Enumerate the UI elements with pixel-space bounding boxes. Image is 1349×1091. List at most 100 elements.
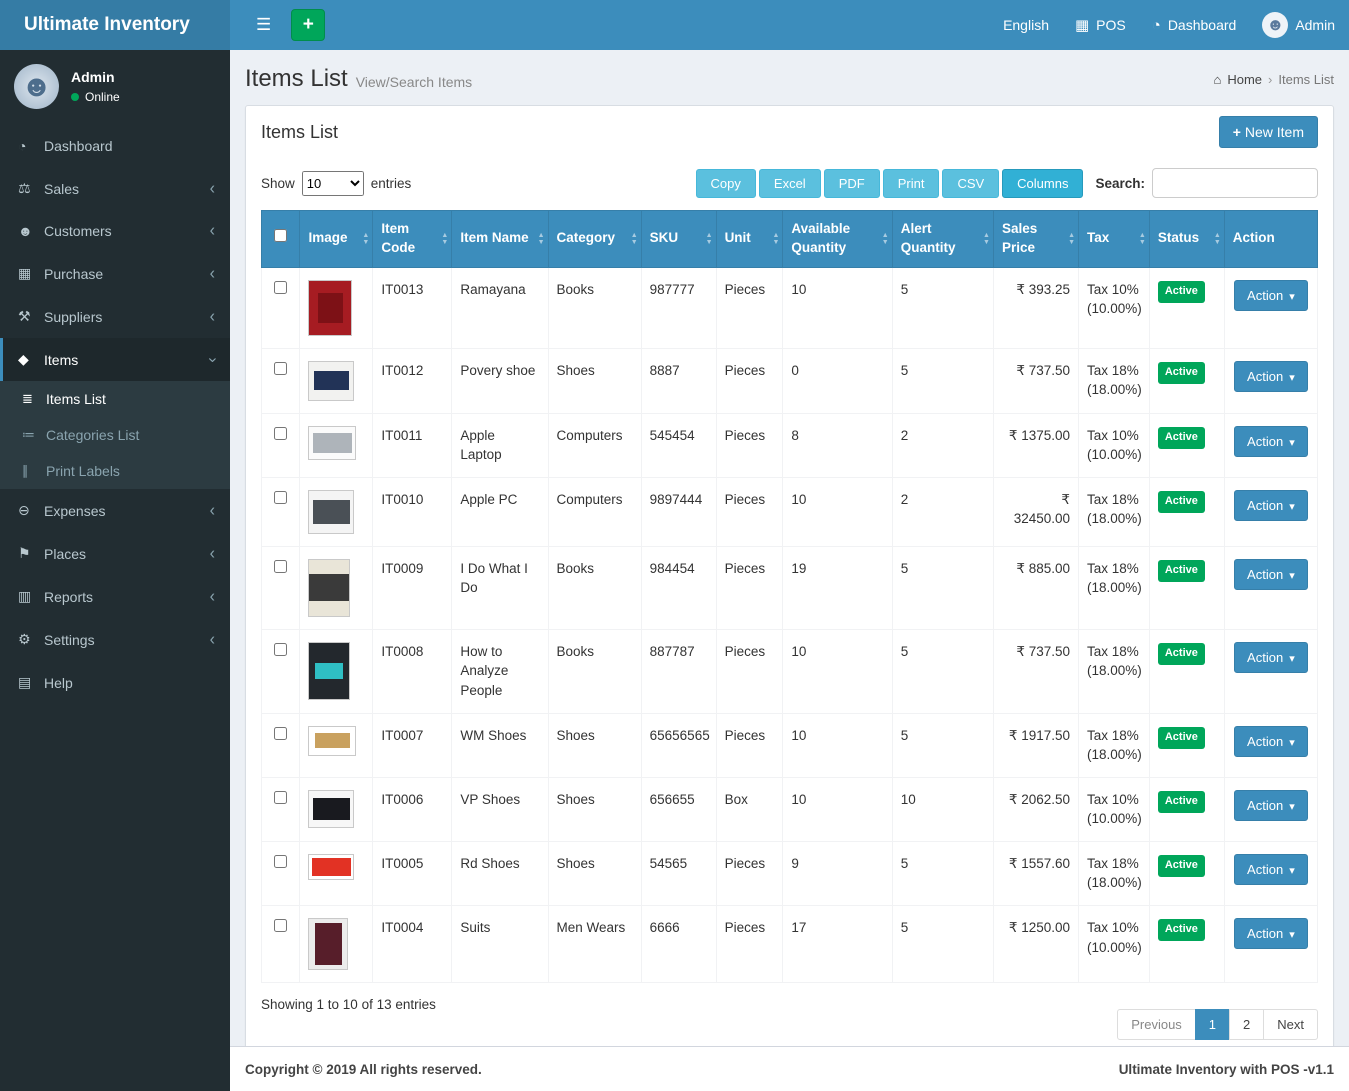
unit-cell: Pieces xyxy=(716,841,783,905)
language-menu[interactable]: English xyxy=(1003,17,1049,33)
export-csv-button[interactable]: CSV xyxy=(942,169,999,198)
caret-down-icon: ▾ xyxy=(1289,929,1295,941)
sidebar-item-reports[interactable]: ▥Reports‹ xyxy=(0,575,230,618)
sidebar-subitem-items-list[interactable]: ≣Items List xyxy=(0,381,230,417)
column-header-tax[interactable]: Tax▲▼ xyxy=(1079,211,1150,268)
row-checkbox[interactable] xyxy=(274,560,287,573)
caret-down-icon: ▾ xyxy=(1289,653,1295,665)
pagination-next[interactable]: Next xyxy=(1263,1009,1318,1040)
select-all-checkbox[interactable] xyxy=(274,229,287,242)
row-checkbox[interactable] xyxy=(274,919,287,932)
breadcrumb-home[interactable]: Home xyxy=(1227,72,1262,87)
tax-rate: (10.00%) xyxy=(1087,445,1141,465)
sidebar-item-places[interactable]: ⚑Places‹ xyxy=(0,532,230,575)
alert-quantity-cell: 5 xyxy=(892,546,993,629)
column-header-status[interactable]: Status▲▼ xyxy=(1149,211,1224,268)
page-length-select[interactable]: 10 xyxy=(302,171,364,196)
sidebar-item-settings[interactable]: ⚙Settings‹ xyxy=(0,618,230,661)
action-button[interactable]: Action▾ xyxy=(1234,726,1308,757)
page-footer: Copyright © 2019 All rights reserved. Ul… xyxy=(230,1046,1349,1091)
item-name-cell: VP Shoes xyxy=(452,777,548,841)
pagination-page-2[interactable]: 2 xyxy=(1229,1009,1264,1040)
row-checkbox[interactable] xyxy=(274,727,287,740)
app-logo[interactable]: Ultimate Inventory xyxy=(0,0,230,50)
action-button[interactable]: Action▾ xyxy=(1234,918,1308,949)
quick-add-button[interactable]: + xyxy=(291,9,325,41)
sidebar-item-purchase[interactable]: ▦Purchase‹ xyxy=(0,252,230,295)
action-button[interactable]: Action▾ xyxy=(1234,426,1308,457)
search-input[interactable] xyxy=(1152,168,1318,198)
row-checkbox[interactable] xyxy=(274,791,287,804)
column-header-category[interactable]: Category▲▼ xyxy=(548,211,641,268)
item-image-cell xyxy=(300,841,373,905)
row-select-cell xyxy=(262,629,300,713)
export-copy-button[interactable]: Copy xyxy=(696,169,756,198)
row-checkbox[interactable] xyxy=(274,855,287,868)
column-header-available-quantity[interactable]: Available Quantity▲▼ xyxy=(783,211,892,268)
action-button[interactable]: Action▾ xyxy=(1234,361,1308,392)
sidebar-item-items[interactable]: ◆Items‹ xyxy=(0,338,230,381)
sidebar-item-help[interactable]: ▤Help xyxy=(0,661,230,704)
tax-name: Tax 18% xyxy=(1087,854,1141,874)
sidebar-item-dashboard[interactable]: ◔Dashboard xyxy=(0,125,230,167)
action-button[interactable]: Action▾ xyxy=(1234,559,1308,590)
item-image-cell xyxy=(300,905,373,982)
pagination-previous[interactable]: Previous xyxy=(1117,1009,1196,1040)
column-header-unit[interactable]: Unit▲▼ xyxy=(716,211,783,268)
sidebar-subitem-print-labels[interactable]: ∥Print Labels xyxy=(0,453,230,489)
sidebar-subitem-categories-list[interactable]: ≔Categories List xyxy=(0,417,230,453)
pagination-page-1[interactable]: 1 xyxy=(1195,1009,1230,1040)
sidebar-item-customers[interactable]: ☻Customers‹ xyxy=(0,210,230,252)
action-button[interactable]: Action▾ xyxy=(1234,280,1308,311)
export-excel-button[interactable]: Excel xyxy=(759,169,821,198)
sort-icon: ▲▼ xyxy=(1214,232,1221,246)
version-text: Ultimate Inventory with POS -v1.1 xyxy=(1119,1062,1334,1077)
action-button[interactable]: Action▾ xyxy=(1234,642,1308,673)
action-button[interactable]: Action▾ xyxy=(1234,854,1308,885)
caret-down-icon: ▾ xyxy=(1289,501,1295,513)
sidebar-item-sales[interactable]: ⚖Sales‹ xyxy=(0,167,230,210)
action-button[interactable]: Action▾ xyxy=(1234,790,1308,821)
sales-price-cell: ₹ 2062.50 xyxy=(993,777,1078,841)
chevron-left-icon: ‹ xyxy=(210,548,215,559)
pos-link[interactable]: ▦ POS xyxy=(1075,16,1126,34)
items-list-card: Items List +New Item Show 10 entries Cop… xyxy=(245,105,1334,1046)
navbar: ☰ + English ▦ POS ◔ Dashboard ☻ Admin xyxy=(230,0,1349,50)
column-header-alert-quantity[interactable]: Alert Quantity▲▼ xyxy=(892,211,993,268)
row-checkbox[interactable] xyxy=(274,427,287,440)
column-header-sales-price[interactable]: Sales Price▲▼ xyxy=(993,211,1078,268)
export-columns-button[interactable]: Columns xyxy=(1002,169,1083,198)
column-header-sku[interactable]: SKU▲▼ xyxy=(641,211,716,268)
customers-icon: ☻ xyxy=(18,223,44,239)
row-checkbox[interactable] xyxy=(274,491,287,504)
sidebar-toggle-button[interactable]: ☰ xyxy=(244,7,283,43)
status-badge: Active xyxy=(1158,362,1205,384)
dashboard-link[interactable]: ◔ Dashboard xyxy=(1152,17,1237,34)
row-checkbox[interactable] xyxy=(274,281,287,294)
action-cell: Action▾ xyxy=(1224,713,1317,777)
new-item-label: New Item xyxy=(1245,124,1304,140)
status-badge: Active xyxy=(1158,427,1205,449)
tax-rate: (10.00%) xyxy=(1087,299,1141,319)
column-header-item-code[interactable]: Item Code▲▼ xyxy=(373,211,452,268)
sales-price-cell: ₹ 737.50 xyxy=(993,629,1078,713)
card-header: Items List +New Item xyxy=(246,106,1333,158)
sort-icon: ▲▼ xyxy=(362,232,369,246)
new-item-button[interactable]: +New Item xyxy=(1219,116,1318,148)
action-label: Action xyxy=(1247,567,1283,582)
unit-cell: Pieces xyxy=(716,413,783,477)
items-list-icon: ≣ xyxy=(22,391,46,407)
column-header-item-name[interactable]: Item Name▲▼ xyxy=(452,211,548,268)
export-pdf-button[interactable]: PDF xyxy=(824,169,880,198)
user-menu[interactable]: ☻ Admin xyxy=(1262,12,1335,38)
sales-price-cell: ₹ 1250.00 xyxy=(993,905,1078,982)
row-checkbox[interactable] xyxy=(274,643,287,656)
action-button[interactable]: Action▾ xyxy=(1234,490,1308,521)
sidebar-item-expenses[interactable]: ⊖Expenses‹ xyxy=(0,489,230,532)
sidebar-item-suppliers[interactable]: ⚒Suppliers‹ xyxy=(0,295,230,338)
alert-quantity-cell: 10 xyxy=(892,777,993,841)
alert-quantity-cell: 5 xyxy=(892,841,993,905)
column-header-image[interactable]: Image▲▼ xyxy=(300,211,373,268)
row-checkbox[interactable] xyxy=(274,362,287,375)
export-print-button[interactable]: Print xyxy=(883,169,940,198)
